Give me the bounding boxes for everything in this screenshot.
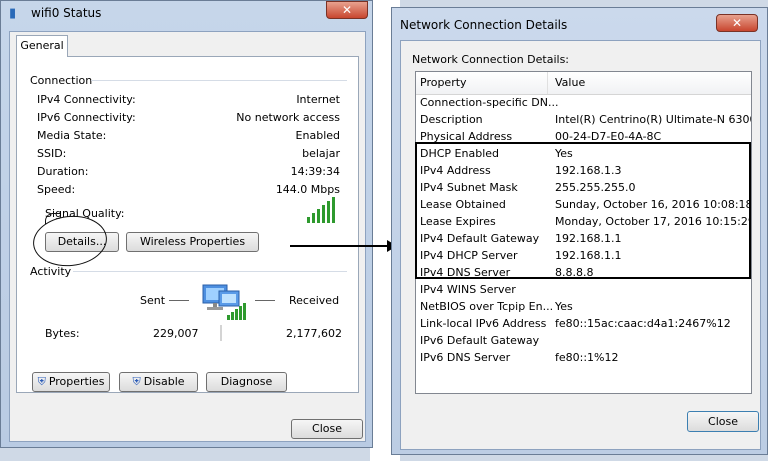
property-cell: IPv4 Default Gateway	[420, 232, 540, 245]
duration-label: Duration:	[37, 165, 89, 178]
close-button[interactable]: Close	[687, 411, 759, 432]
wireless-properties-button[interactable]: Wireless Properties	[126, 232, 259, 252]
list-row[interactable]: Description Intel(R) Centrino(R) Ultimate…	[416, 111, 751, 128]
title-bar[interactable]: ▮ wifi0 Status ✕	[1, 1, 372, 27]
ipv4-connectivity-label: IPv4 Connectivity:	[37, 93, 136, 106]
details-list[interactable]: Property Value Connection-specific DN...…	[415, 71, 752, 394]
value-cell: Sunday, October 16, 2016 10:08:18 PM	[555, 198, 752, 211]
list-row[interactable]: IPv4 Default Gateway 192.168.1.1	[416, 230, 751, 247]
circle-annotation-tail	[45, 213, 60, 224]
value-cell: Yes	[555, 300, 573, 313]
tab-general[interactable]: General	[16, 35, 68, 57]
list-row[interactable]: Link-local IPv6 Address fe80::15ac:caac:d…	[416, 315, 751, 332]
disable-button-label: Disable	[143, 375, 185, 388]
sent-line	[169, 300, 189, 301]
list-row[interactable]: Connection-specific DN...	[416, 94, 751, 111]
window-title: wifi0 Status	[31, 6, 102, 20]
media-state-label: Media State:	[37, 129, 107, 142]
list-row[interactable]: IPv4 DHCP Server 192.168.1.1	[416, 247, 751, 264]
property-cell: Lease Expires	[420, 215, 496, 228]
window-client-area: Network Connection Details: Property Val…	[400, 40, 761, 450]
window-title: Network Connection Details	[400, 18, 568, 32]
value-cell: Intel(R) Centrino(R) Ultimate-N 6300 AGN	[555, 113, 751, 126]
property-cell: Lease Obtained	[420, 198, 506, 211]
wifi-signal-icon: ▮	[9, 6, 17, 21]
ssid-value: belajar	[302, 147, 340, 160]
list-row[interactable]: IPv4 Address 192.168.1.3	[416, 162, 751, 179]
shield-icon: ⛨	[132, 375, 141, 388]
value-cell: 255.255.255.0	[555, 181, 636, 194]
list-row[interactable]: Physical Address 00-24-D7-E0-4A-8C	[416, 128, 751, 145]
property-cell: Description	[420, 113, 483, 126]
value-cell: 192.168.1.3	[555, 164, 622, 177]
connection-heading: Connection	[30, 74, 93, 87]
ipv4-connectivity-value: Internet	[296, 93, 340, 106]
minimize-button[interactable]	[297, 1, 323, 19]
value-cell: Monday, October 17, 2016 10:15:29 PM	[555, 215, 752, 228]
property-cell: Link-local IPv6 Address	[420, 317, 547, 330]
value-cell: fe80::15ac:caac:d4a1:2467%12	[555, 317, 731, 330]
list-row[interactable]: Lease Expires Monday, October 17, 2016 10…	[416, 213, 752, 230]
network-connection-details-window: Network Connection Details ✕ Network Con…	[391, 7, 768, 455]
sent-label: Sent	[140, 294, 166, 307]
property-cell: DHCP Enabled	[420, 147, 500, 160]
bytes-sent-value: 229,007	[153, 327, 199, 340]
list-row[interactable]: IPv6 Default Gateway	[416, 332, 751, 349]
property-cell: IPv4 DHCP Server	[420, 249, 518, 262]
list-row[interactable]: IPv4 WINS Server	[416, 281, 751, 298]
received-label: Received	[289, 294, 340, 307]
network-computers-icon	[202, 284, 246, 341]
list-row[interactable]: IPv6 DNS Server fe80::1%12	[416, 349, 751, 366]
properties-button[interactable]: ⛨ Properties	[32, 372, 110, 392]
property-cell: Physical Address	[420, 130, 513, 143]
duration-value: 14:39:34	[290, 165, 340, 178]
close-window-button[interactable]: ✕	[716, 14, 758, 32]
ssid-label: SSID:	[37, 147, 67, 160]
speed-value: 144.0 Mbps	[275, 183, 340, 196]
bytes-received-value: 2,177,602	[286, 327, 342, 340]
list-row[interactable]: Lease Obtained Sunday, October 16, 2016 1…	[416, 196, 752, 213]
signal-strength-icon	[307, 197, 337, 223]
value-cell: 192.168.1.1	[555, 232, 622, 245]
activity-divider	[73, 271, 347, 272]
property-cell: IPv4 Address	[420, 164, 491, 177]
ipv6-connectivity-label: IPv6 Connectivity:	[37, 111, 136, 124]
properties-button-label: Properties	[48, 375, 105, 388]
media-state-value: Enabled	[295, 129, 340, 142]
connection-divider	[91, 80, 347, 81]
property-cell: IPv6 Default Gateway	[420, 334, 540, 347]
wifi-status-window: ▮ wifi0 Status ✕ General Connection IPv4…	[0, 0, 373, 448]
speed-label: Speed:	[37, 183, 76, 196]
property-cell: NetBIOS over Tcpip En...	[420, 300, 554, 313]
close-window-button[interactable]: ✕	[326, 1, 368, 19]
diagnose-button[interactable]: Diagnose	[206, 372, 287, 392]
value-cell: 00-24-D7-E0-4A-8C	[555, 130, 662, 143]
column-header-value[interactable]: Value	[548, 72, 585, 94]
close-button[interactable]: Close	[291, 419, 363, 439]
list-row[interactable]: IPv4 DNS Server 8.8.8.8	[416, 264, 751, 281]
property-cell: IPv4 DNS Server	[420, 266, 511, 279]
list-header: Property Value	[416, 72, 751, 95]
shield-icon: ⛨	[37, 375, 46, 388]
property-cell: IPv6 DNS Server	[420, 351, 511, 364]
column-header-property[interactable]: Property	[416, 72, 548, 94]
value-cell: fe80::1%12	[555, 351, 619, 364]
property-cell: Connection-specific DN...	[420, 96, 559, 109]
property-cell: IPv4 WINS Server	[420, 283, 516, 296]
list-row[interactable]: DHCP Enabled Yes	[416, 145, 751, 162]
list-row[interactable]: IPv4 Subnet Mask 255.255.255.0	[416, 179, 751, 196]
property-cell: IPv4 Subnet Mask	[420, 181, 518, 194]
activity-heading: Activity	[30, 265, 72, 278]
list-row[interactable]: NetBIOS over Tcpip En... Yes	[416, 298, 751, 315]
disable-button[interactable]: ⛨ Disable	[119, 372, 198, 392]
value-cell: 192.168.1.1	[555, 249, 622, 262]
ipv6-connectivity-value: No network access	[236, 111, 340, 124]
details-caption: Network Connection Details:	[412, 53, 570, 66]
bytes-label: Bytes:	[45, 327, 80, 340]
annotation-arrow	[290, 245, 390, 247]
value-cell: Yes	[555, 147, 573, 160]
received-line	[255, 300, 275, 301]
value-cell: 8.8.8.8	[555, 266, 594, 279]
